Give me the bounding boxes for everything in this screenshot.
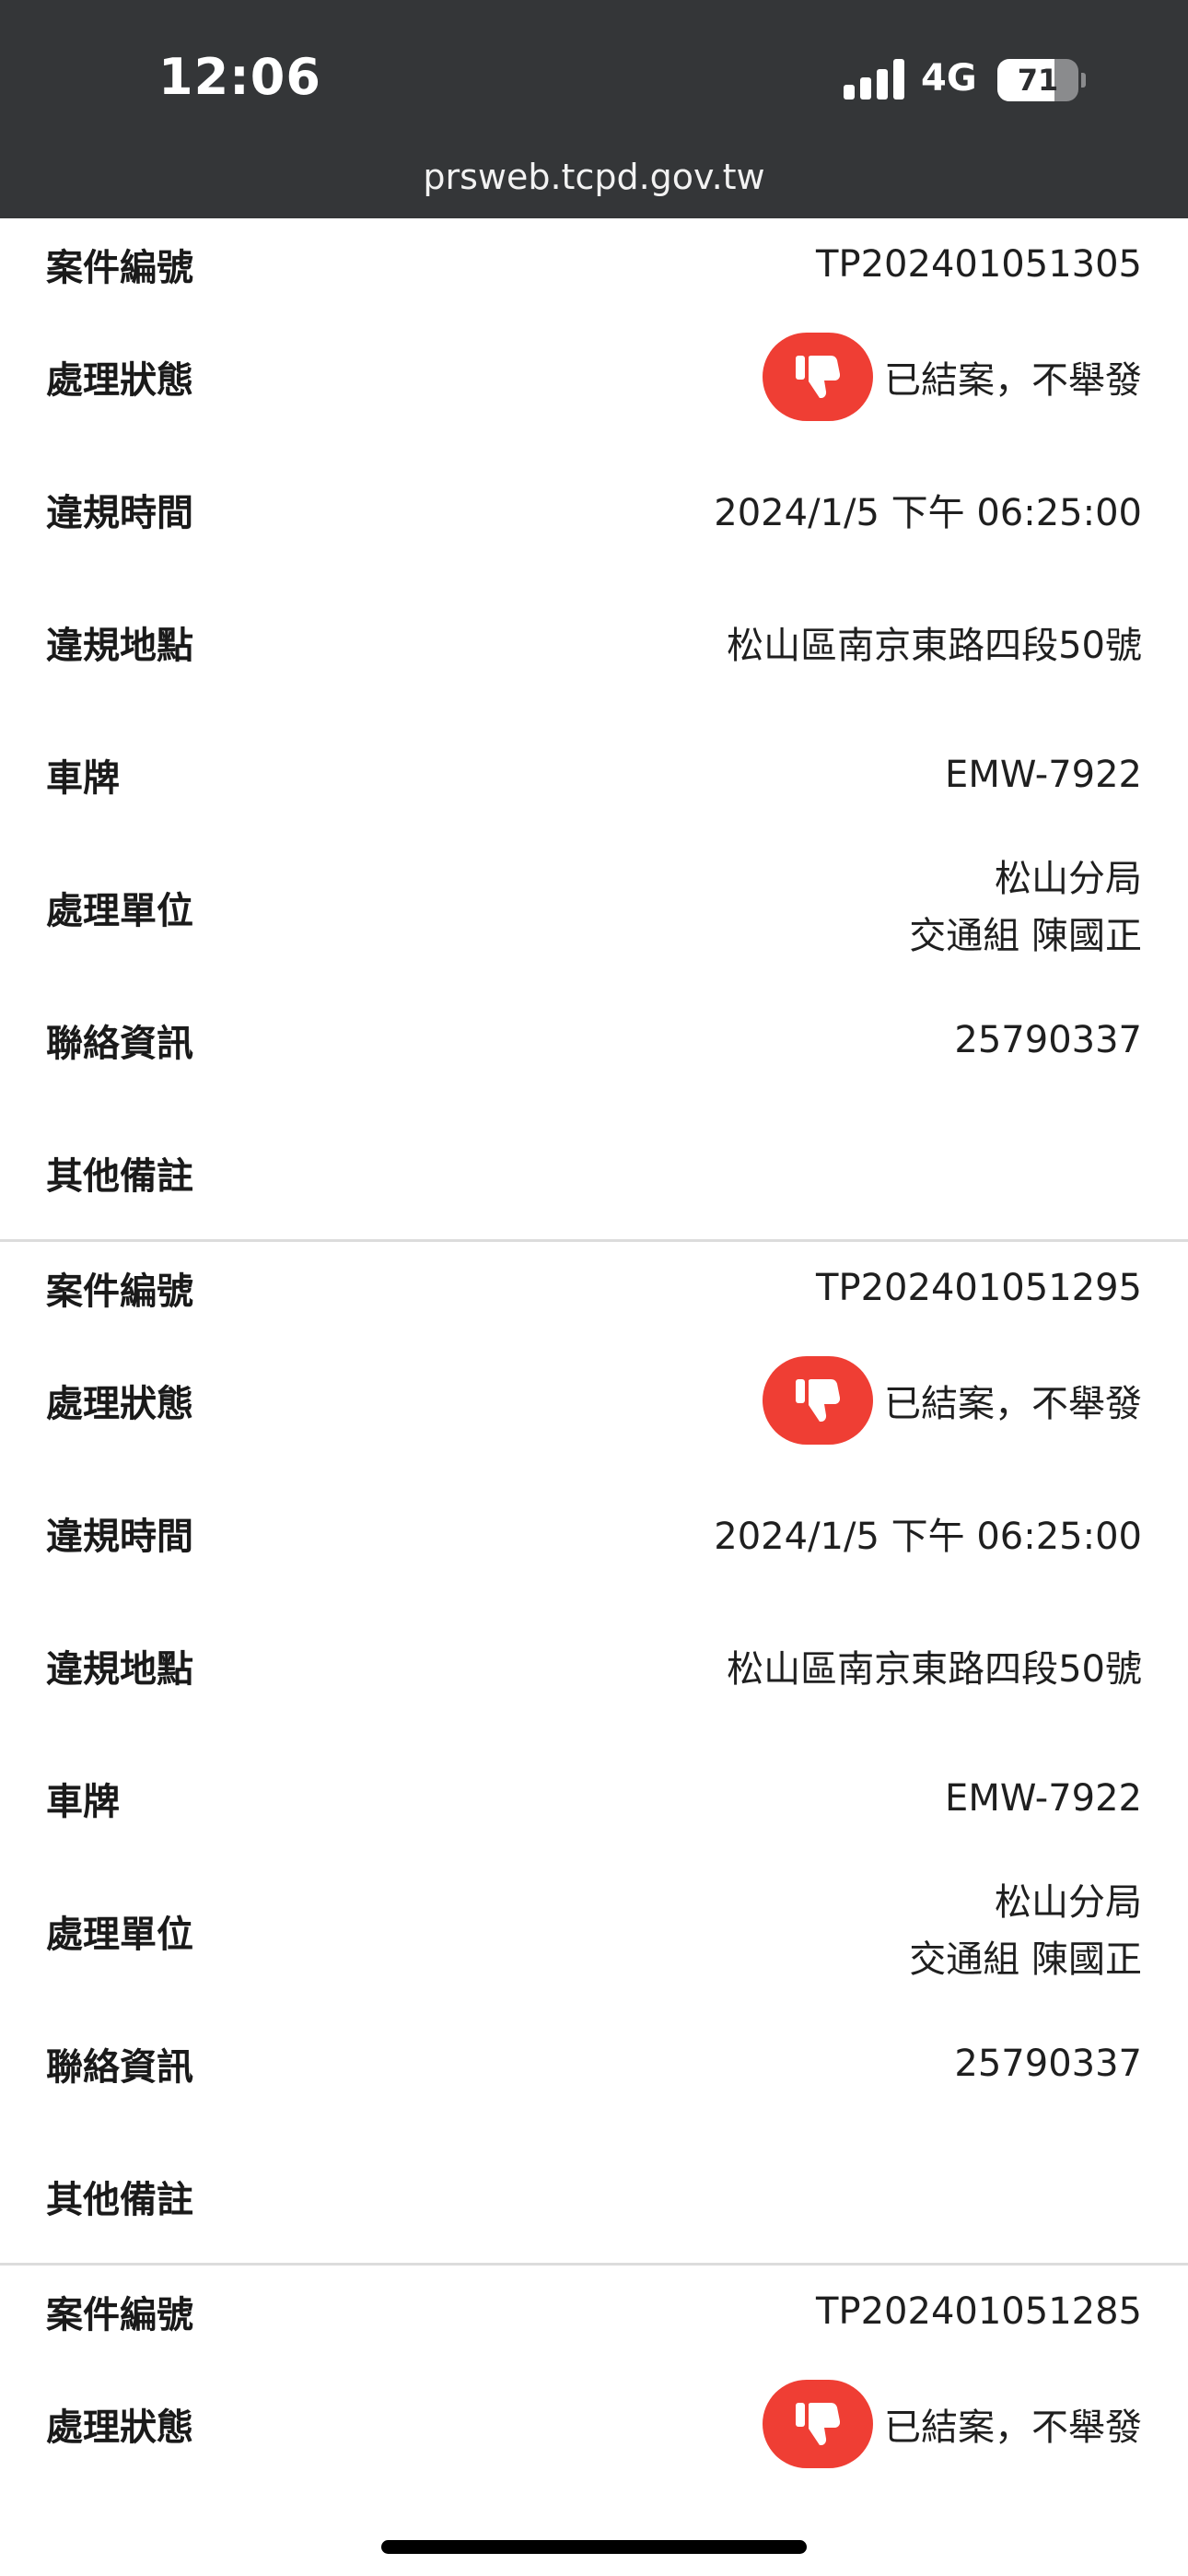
field-remarks: 其他備註 [0,1107,1188,1239]
field-status: 處理狀態 已結案，不舉發 [0,2358,1188,2490]
field-label: 聯絡資訊 [46,2046,193,2089]
field-violation-time: 違規時間 2024/1/5 下午 06:25:00 [0,443,1188,576]
violation-time-value: 2024/1/5 下午 06:25:00 [714,492,1142,534]
field-status: 處理狀態 已結案，不舉發 [0,310,1188,443]
contact-value: 25790337 [954,2043,1142,2085]
field-status: 處理狀態 已結案，不舉發 [0,1334,1188,1467]
field-label: 處理單位 [46,890,193,932]
field-label: 處理狀態 [46,359,193,402]
contact-value: 25790337 [954,1019,1142,1061]
status-text: 已結案，不舉發 [884,2406,1142,2449]
field-label: 違規時間 [46,492,193,534]
thumbs-down-icon [763,1356,873,1445]
status-text: 已結案，不舉發 [884,1383,1142,1425]
field-label: 案件編號 [46,1270,193,1313]
case-list: 案件編號 TP202401051305 處理狀態 已結案，不舉發 違規時間 20… [0,218,1188,2490]
status-value: 已結案，不舉發 [763,1356,1142,1445]
violation-time-value: 2024/1/5 下午 06:25:00 [714,1516,1142,1558]
violation-location-value: 松山區南京東路四段50號 [727,1648,1142,1691]
field-violation-location: 違規地點 松山區南京東路四段50號 [0,1599,1188,1732]
field-violation-time: 違規時間 2024/1/5 下午 06:25:00 [0,1467,1188,1599]
handling-unit-line1: 松山分局 [995,858,1142,900]
field-label: 違規時間 [46,1516,193,1558]
plate-value: EMW-7922 [945,1777,1142,1820]
field-label: 處理狀態 [46,2406,193,2449]
field-label: 案件編號 [46,2294,193,2336]
home-indicator[interactable] [381,2540,807,2554]
field-contact: 聯絡資訊 25790337 [0,974,1188,1107]
field-label: 處理單位 [46,1914,193,1956]
plate-value: EMW-7922 [945,754,1142,796]
status-value: 已結案，不舉發 [763,2380,1142,2468]
handling-unit-value: 松山分局 交通組 陳國正 [909,850,1142,965]
field-case-number: 案件編號 TP202401051285 [0,2266,1188,2358]
field-case-number: 案件編號 TP202401051305 [0,218,1188,310]
field-case-number: 案件編號 TP202401051295 [0,1242,1188,1334]
handling-unit-line1: 松山分局 [995,1881,1142,1924]
case-card: 案件編號 TP202401051285 處理狀態 已結案，不舉發 [0,2266,1188,2490]
case-card: 案件編號 TP202401051305 處理狀態 已結案，不舉發 違規時間 20… [0,218,1188,1242]
handling-unit-value: 松山分局 交通組 陳國正 [909,1874,1142,1988]
field-contact: 聯絡資訊 25790337 [0,1997,1188,2130]
field-label: 違規地點 [46,625,193,667]
app-root: 12:06 4G 71 prsweb.tcpd.gov.tw 案件編號 TP20… [0,0,1188,2576]
status-value: 已結案，不舉發 [763,333,1142,421]
field-label: 聯絡資訊 [46,1023,193,1065]
field-remarks: 其他備註 [0,2130,1188,2263]
case-number-value: TP202401051305 [816,243,1142,286]
violation-location-value: 松山區南京東路四段50號 [727,625,1142,667]
field-label: 其他備註 [46,1155,193,1198]
network-type: 4G [921,57,977,100]
handling-unit-line2: 交通組 陳國正 [909,1938,1142,1981]
field-plate: 車牌 EMW-7922 [0,1732,1188,1865]
field-label: 違規地點 [46,1648,193,1691]
case-number-value: TP202401051295 [816,1267,1142,1309]
field-label: 處理狀態 [46,1383,193,1425]
field-label: 車牌 [46,1781,120,1823]
battery-level-text: 71 [1017,63,1059,98]
case-card: 案件編號 TP202401051295 處理狀態 已結案，不舉發 違規時間 20… [0,1242,1188,2266]
thumbs-down-icon [763,2380,873,2468]
handling-unit-line2: 交通組 陳國正 [909,915,1142,957]
field-violation-location: 違規地點 松山區南京東路四段50號 [0,576,1188,708]
status-text: 已結案，不舉發 [884,359,1142,402]
cellular-signal-icon [844,59,904,100]
browser-url[interactable]: prsweb.tcpd.gov.tw [0,157,1188,197]
status-bar-time: 12:06 [158,48,321,106]
field-handling-unit: 處理單位 松山分局 交通組 陳國正 [0,841,1188,974]
battery-icon: 71 [997,59,1086,101]
top-bar: 12:06 4G 71 prsweb.tcpd.gov.tw [0,0,1188,218]
field-label: 其他備註 [46,2179,193,2221]
field-label: 案件編號 [46,247,193,289]
field-plate: 車牌 EMW-7922 [0,708,1188,841]
case-number-value: TP202401051285 [816,2290,1142,2333]
field-label: 車牌 [46,757,120,800]
field-handling-unit: 處理單位 松山分局 交通組 陳國正 [0,1865,1188,1997]
thumbs-down-icon [763,333,873,421]
